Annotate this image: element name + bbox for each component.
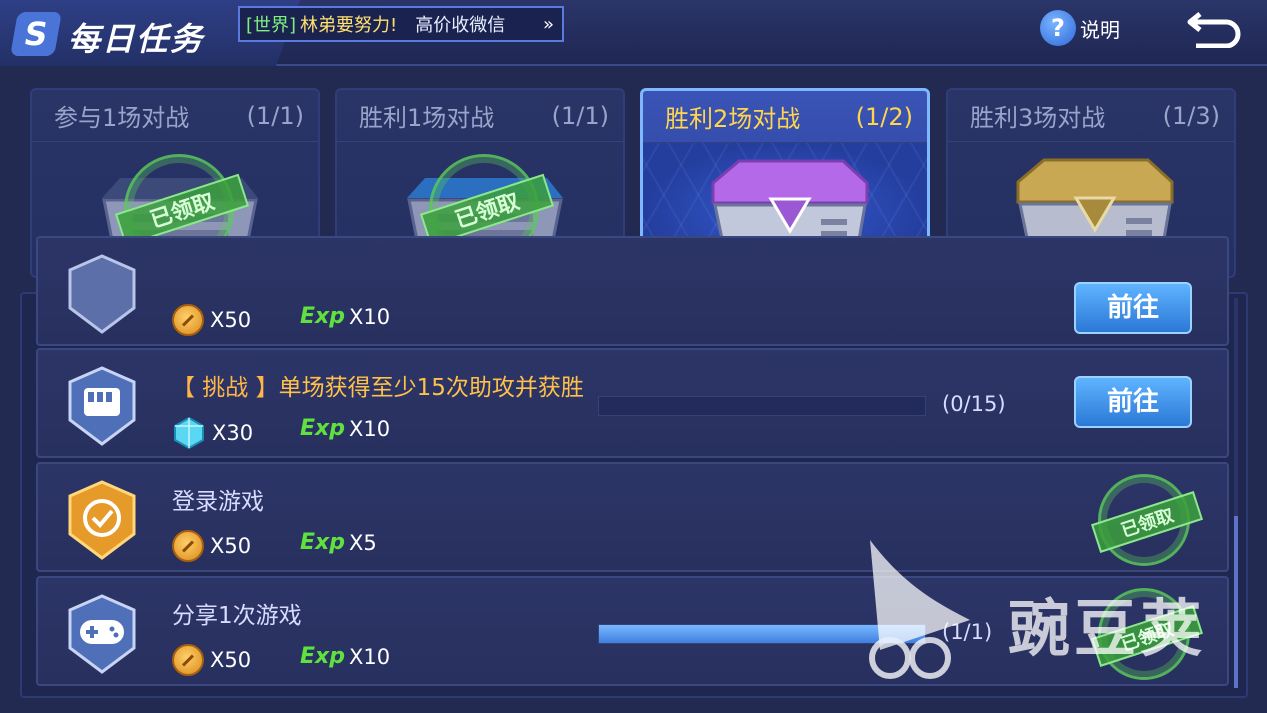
top-bar: S 每日任务 [世界] 林弟要努力! 高价收微信 » ? 说明	[0, 0, 1267, 66]
reward-amount: X50	[210, 534, 252, 558]
task-badge-icon	[68, 254, 136, 334]
fist-badge-icon	[68, 366, 136, 446]
gold-coin-icon	[172, 644, 204, 676]
broadcast-message: 高价收微信	[415, 15, 506, 36]
task-name: 【 挑战 】单场获得至少15次助攻并获胜	[172, 375, 584, 401]
exp-icon: Exp	[300, 644, 345, 669]
exp-icon: Exp	[300, 416, 345, 441]
exp-icon: Exp	[300, 530, 345, 555]
diamond-icon	[174, 416, 204, 450]
page-title: 每日任务	[68, 20, 205, 58]
tab-progress: (1/3)	[1162, 101, 1220, 130]
progress-text: (0/15)	[942, 392, 1006, 416]
back-arrow-icon	[1187, 12, 1241, 48]
go-button[interactable]: 前往	[1074, 376, 1192, 428]
exp-reward: Exp X10	[300, 416, 390, 441]
exp-reward: Exp X5	[300, 530, 377, 555]
world-chat-broadcast[interactable]: [世界] 林弟要努力! 高价收微信 »	[238, 6, 564, 42]
tab-progress: (1/1)	[551, 101, 609, 130]
tab-label: 胜利2场对战	[665, 105, 801, 133]
tab-header: 胜利1场对战 (1/1)	[337, 90, 623, 142]
coin-reward: X50	[172, 644, 251, 676]
watermark: 豌豆荚	[860, 540, 1240, 690]
watermark-text: 豌豆荚	[1008, 592, 1207, 665]
task-row: X50 Exp X10 前往	[36, 236, 1229, 346]
reward-amount: X10	[348, 416, 391, 441]
gold-coin-icon	[172, 304, 204, 336]
tab-progress: (1/2)	[855, 102, 913, 131]
tab-label: 胜利1场对战	[359, 104, 495, 132]
question-mark-icon: ?	[1040, 10, 1076, 46]
broadcast-channel: [世界]	[246, 15, 297, 36]
exp-icon: Exp	[300, 304, 345, 329]
gamepad-badge-icon	[68, 594, 136, 674]
diamond-reward: X30	[172, 416, 253, 450]
help-button[interactable]: ? 说明	[1040, 10, 1120, 46]
coin-reward: X50	[172, 530, 251, 562]
go-button[interactable]: 前往	[1074, 282, 1192, 334]
reward-amount: X30	[212, 421, 254, 445]
expand-chat-icon[interactable]: »	[543, 14, 554, 35]
reward-amount: X50	[210, 648, 252, 672]
exp-reward: Exp X10	[300, 304, 390, 329]
reward-amount: X10	[348, 304, 391, 329]
back-button[interactable]	[1186, 6, 1244, 48]
gold-coin-icon	[172, 530, 204, 562]
tab-progress: (1/1)	[246, 101, 304, 130]
reward-amount: X5	[348, 530, 377, 555]
checkmark-badge-icon	[68, 480, 136, 560]
tab-label: 胜利3场对战	[970, 104, 1106, 132]
progress-bar	[598, 396, 926, 416]
coin-reward: X50	[172, 304, 251, 336]
tab-label: 参与1场对战	[54, 104, 190, 132]
task-name: 分享1次游戏	[172, 603, 302, 629]
task-row: 【 挑战 】单场获得至少15次助攻并获胜 X30 Exp X10 (0/15) …	[36, 348, 1229, 458]
tab-header: 胜利3场对战 (1/3)	[948, 90, 1234, 142]
watermark-logo-icon	[869, 540, 970, 679]
broadcast-sender: 林弟要努力!	[300, 15, 398, 36]
reward-amount: X10	[348, 644, 391, 669]
task-name: 登录游戏	[172, 489, 264, 515]
exp-reward: Exp X10	[300, 644, 390, 669]
tab-header: 胜利2场对战 (1/2)	[643, 91, 927, 143]
reward-amount: X50	[210, 308, 252, 332]
tab-header: 参与1场对战 (1/1)	[32, 90, 318, 142]
game-logo-icon: S	[10, 12, 62, 56]
help-label: 说明	[1080, 17, 1120, 42]
